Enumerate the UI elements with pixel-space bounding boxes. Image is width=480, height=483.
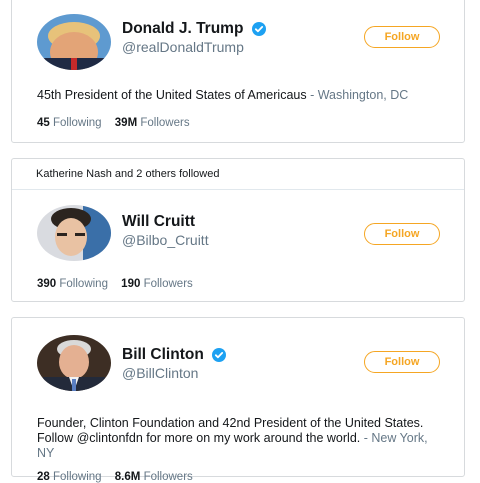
followers-stat[interactable]: 39M Followers — [115, 117, 190, 129]
followers-count: 39M — [114, 117, 138, 129]
avatar[interactable] — [37, 335, 111, 391]
followers-label: Followers — [140, 117, 190, 129]
location-separator: - — [306, 88, 318, 102]
following-stat[interactable]: 28 Following — [37, 471, 102, 483]
following-count: 390 — [37, 278, 57, 290]
following-stat[interactable]: 390 Following — [37, 278, 108, 290]
bio-text: 45th President of the United States of A… — [37, 88, 307, 102]
display-name[interactable]: Will Cruitt — [122, 213, 195, 231]
stats: 45 Following 39M Followers — [37, 117, 464, 129]
follow-button[interactable]: Follow — [364, 351, 440, 373]
verified-badge-icon — [212, 348, 227, 362]
bio: 45th President of the United States of A… — [37, 88, 440, 103]
location: Washington, DC — [317, 88, 409, 102]
verified-badge-icon — [251, 22, 266, 36]
display-name[interactable]: Donald J. Trump — [122, 20, 243, 38]
profile-header: Bill Clinton @BillClinton Follow — [12, 335, 464, 399]
following-count: 28 — [37, 471, 50, 483]
following-label: Following — [53, 117, 102, 129]
handle[interactable]: @realDonaldTrump — [122, 39, 266, 55]
avatar[interactable] — [37, 205, 111, 261]
followers-stat[interactable]: 190 Followers — [121, 278, 193, 290]
user-card-trump: Donald J. Trump @realDonaldTrump Follow … — [11, 0, 465, 143]
stats: 28 Following 8.6M Followers — [37, 471, 464, 483]
following-stat[interactable]: 45 Following — [37, 117, 102, 129]
user-card-cruitt: Katherine Nash and 2 others followed Wil… — [11, 158, 465, 302]
followers-label: Followers — [143, 278, 193, 290]
handle[interactable]: @Bilbo_Cruitt — [122, 232, 209, 248]
follow-button[interactable]: Follow — [364, 26, 440, 48]
profile-header: Donald J. Trump @realDonaldTrump Follow — [12, 14, 464, 78]
stats: 390 Following 190 Followers — [37, 278, 464, 290]
avatar[interactable] — [37, 14, 111, 70]
profile-header: Will Cruitt @Bilbo_Cruitt Follow — [12, 205, 464, 269]
display-name[interactable]: Bill Clinton — [122, 346, 204, 364]
following-count: 45 — [37, 117, 50, 129]
following-label: Following — [59, 278, 108, 290]
following-label: Following — [53, 471, 102, 483]
handle[interactable]: @BillClinton — [122, 365, 226, 381]
followers-label: Followers — [143, 471, 193, 483]
social-context: Katherine Nash and 2 others followed — [12, 159, 464, 190]
follow-button[interactable]: Follow — [364, 223, 440, 245]
followers-stat[interactable]: 8.6M Followers — [115, 471, 193, 483]
followers-count: 190 — [121, 278, 141, 290]
user-card-clinton: Bill Clinton @BillClinton Follow Founder… — [11, 317, 465, 483]
bio: Founder, Clinton Foundation and 42nd Pre… — [37, 416, 440, 461]
location-separator: - — [360, 431, 372, 445]
followers-count: 8.6M — [114, 471, 141, 483]
